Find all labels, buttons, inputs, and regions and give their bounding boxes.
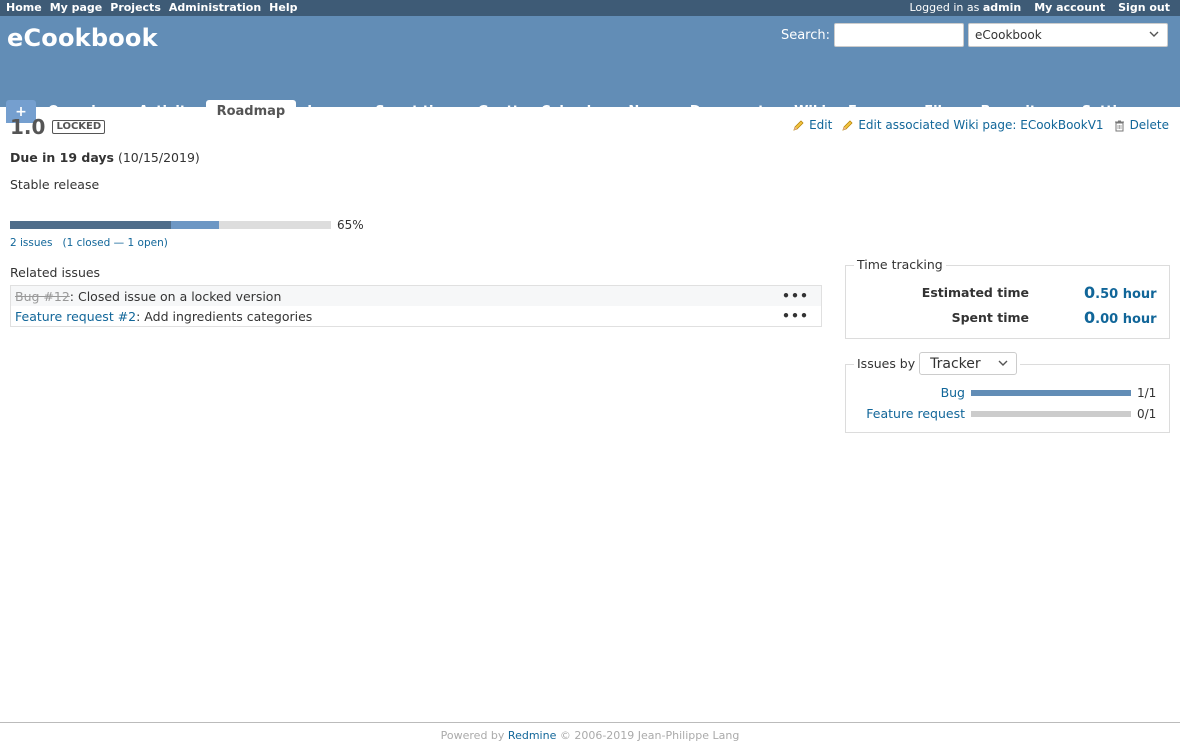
counts-separator: — <box>113 237 125 249</box>
top-menu-my-page[interactable]: My page <box>50 1 103 14</box>
issue-link[interactable]: Feature request #2 <box>15 309 136 324</box>
issues-by-box: Issues by Tracker Bug 1/1 Feature reques… <box>845 352 1171 433</box>
due-date: Due in 19 days (10/15/2019) <box>10 150 200 165</box>
project-title: eCookbook <box>7 24 158 52</box>
top-menu-right: Logged in as admin My account Sign out <box>909 1 1170 14</box>
delete-link[interactable]: Delete <box>1130 118 1169 132</box>
issues-by-select[interactable]: Tracker <box>919 352 1018 375</box>
issues-by-count-feature: 0/1 <box>1137 406 1157 421</box>
due-days: Due in 19 days <box>10 150 114 165</box>
footer-copyright: © 2006-2019 Jean-Philippe Lang <box>559 729 740 742</box>
trash-icon <box>1113 119 1126 132</box>
issues-by-row-feature: Feature request 0/1 <box>846 406 1171 421</box>
project-jump-value: eCookbook <box>975 28 1042 42</box>
issues-by-row-bug: Bug 1/1 <box>846 385 1171 400</box>
tab-roadmap[interactable]: Roadmap <box>205 100 297 123</box>
related-issues-table: Bug #12: Closed issue on a locked versio… <box>10 285 822 327</box>
delete-button[interactable]: Delete <box>1113 118 1169 132</box>
issues-by-label-feature[interactable]: Feature request <box>846 406 965 421</box>
time-tracking-box: Time tracking Estimated time 0.50 hour S… <box>845 257 1170 339</box>
pencil-icon <box>841 119 854 132</box>
issues-by-bar-feature <box>971 411 1131 417</box>
version-title: 1.0 LOCKED <box>10 115 106 139</box>
pencil-icon <box>792 119 805 132</box>
top-menu-projects[interactable]: Projects <box>110 1 161 14</box>
estimated-time-label: Estimated time <box>921 285 1029 300</box>
tab-activity[interactable]: Activity <box>128 100 206 123</box>
estimated-time-dec: .50 hour <box>1095 287 1157 302</box>
sign-out-link[interactable]: Sign out <box>1118 1 1170 14</box>
edit-wiki-link[interactable]: Edit associated Wiki page: ECookBookV1 <box>858 118 1103 132</box>
search-input[interactable] <box>834 23 964 47</box>
spent-time-int: 0 <box>1084 308 1096 327</box>
table-row: Bug #12: Closed issue on a locked versio… <box>11 286 821 306</box>
quick-search: Search: eCookbook <box>781 23 1168 47</box>
issues-by-select-value: Tracker <box>930 355 981 372</box>
issues-by-label-bug[interactable]: Bug <box>846 385 965 400</box>
issues-by-fill-bug <box>971 390 1131 396</box>
table-row: Feature request #2: Add ingredients cate… <box>11 306 821 326</box>
footer: Powered by Redmine © 2006-2019 Jean-Phil… <box>0 722 1180 742</box>
edit-button[interactable]: Edit <box>792 118 832 132</box>
issue-link[interactable]: Bug #12 <box>15 289 70 304</box>
chevron-down-icon <box>998 358 1008 371</box>
search-label: Search: <box>780 27 830 43</box>
version-progress: 65% <box>10 218 364 232</box>
spent-time-row: Spent time 0.00 hour <box>846 308 1157 327</box>
logged-as: Logged in as admin <box>909 1 1021 14</box>
progress-percent: 65% <box>337 218 364 232</box>
header: eCookbook Search: eCookbook + Overview A… <box>0 16 1180 123</box>
ellipsis-icon[interactable]: ••• <box>782 308 809 323</box>
project-jump-select[interactable]: eCookbook <box>968 23 1168 47</box>
due-date-value: (10/15/2019) <box>117 150 200 165</box>
edit-wiki-button[interactable]: Edit associated Wiki page: ECookBookV1 <box>841 118 1104 132</box>
ellipsis-icon[interactable]: ••• <box>782 288 809 303</box>
top-menu-home[interactable]: Home <box>6 1 42 14</box>
contextual-actions: Edit Edit associated Wiki page: ECookBoo… <box>792 118 1169 132</box>
progress-done <box>170 221 219 229</box>
issues-by-count-bug: 1/1 <box>1137 385 1157 400</box>
version-description: Stable release <box>10 177 100 192</box>
top-menu-administration[interactable]: Administration <box>169 1 261 14</box>
progress-bar <box>10 221 331 229</box>
issue-subject: : Closed issue on a locked version <box>69 288 282 304</box>
version-name: 1.0 <box>10 115 46 139</box>
progress-closed <box>10 221 171 229</box>
open-issues-link[interactable]: 1 open <box>128 237 164 249</box>
tab-documents[interactable]: Documents <box>679 100 783 123</box>
time-tracking-legend: Time tracking <box>854 257 946 272</box>
closed-issues-link[interactable]: 1 closed <box>67 237 111 249</box>
spent-time-value[interactable]: 0.00 hour <box>1084 308 1157 327</box>
issues-total-link[interactable]: 2 issues <box>10 237 52 249</box>
estimated-time-value[interactable]: 0.50 hour <box>1084 283 1157 302</box>
top-menu: Home My page Projects Administration Hel… <box>0 0 1180 16</box>
tab-spent-time[interactable]: Spent time <box>364 100 467 123</box>
status-badge: LOCKED <box>52 120 106 134</box>
top-menu-left: Home My page Projects Administration Hel… <box>6 1 297 14</box>
issues-by-bar-bug <box>971 390 1131 396</box>
edit-link[interactable]: Edit <box>809 118 832 132</box>
issue-counts: 2 issues (1 closed — 1 open) <box>10 237 168 249</box>
tab-gantt[interactable]: Gantt <box>467 100 530 123</box>
issue-subject: : Add ingredients categories <box>136 308 313 324</box>
spent-time-dec: .00 hour <box>1095 312 1157 327</box>
logged-user-link[interactable]: admin <box>983 1 1021 14</box>
tab-issues[interactable]: Issues <box>296 100 364 123</box>
logged-as-prefix: Logged in as <box>909 1 980 14</box>
spent-time-label: Spent time <box>951 310 1029 325</box>
tab-news[interactable]: News <box>617 100 678 123</box>
issues-by-label: Issues by <box>857 356 916 371</box>
chevron-down-icon <box>1149 29 1159 42</box>
footer-prefix: Powered by <box>440 729 505 742</box>
redmine-link[interactable]: Redmine <box>508 729 556 742</box>
issues-by-legend: Issues by Tracker <box>854 352 1021 375</box>
related-issues-title: Related issues <box>10 265 101 280</box>
top-menu-help[interactable]: Help <box>269 1 297 14</box>
tab-calendar[interactable]: Calendar <box>530 100 617 123</box>
my-account-link[interactable]: My account <box>1034 1 1105 14</box>
estimated-time-row: Estimated time 0.50 hour <box>846 283 1157 302</box>
estimated-time-int: 0 <box>1084 283 1096 302</box>
